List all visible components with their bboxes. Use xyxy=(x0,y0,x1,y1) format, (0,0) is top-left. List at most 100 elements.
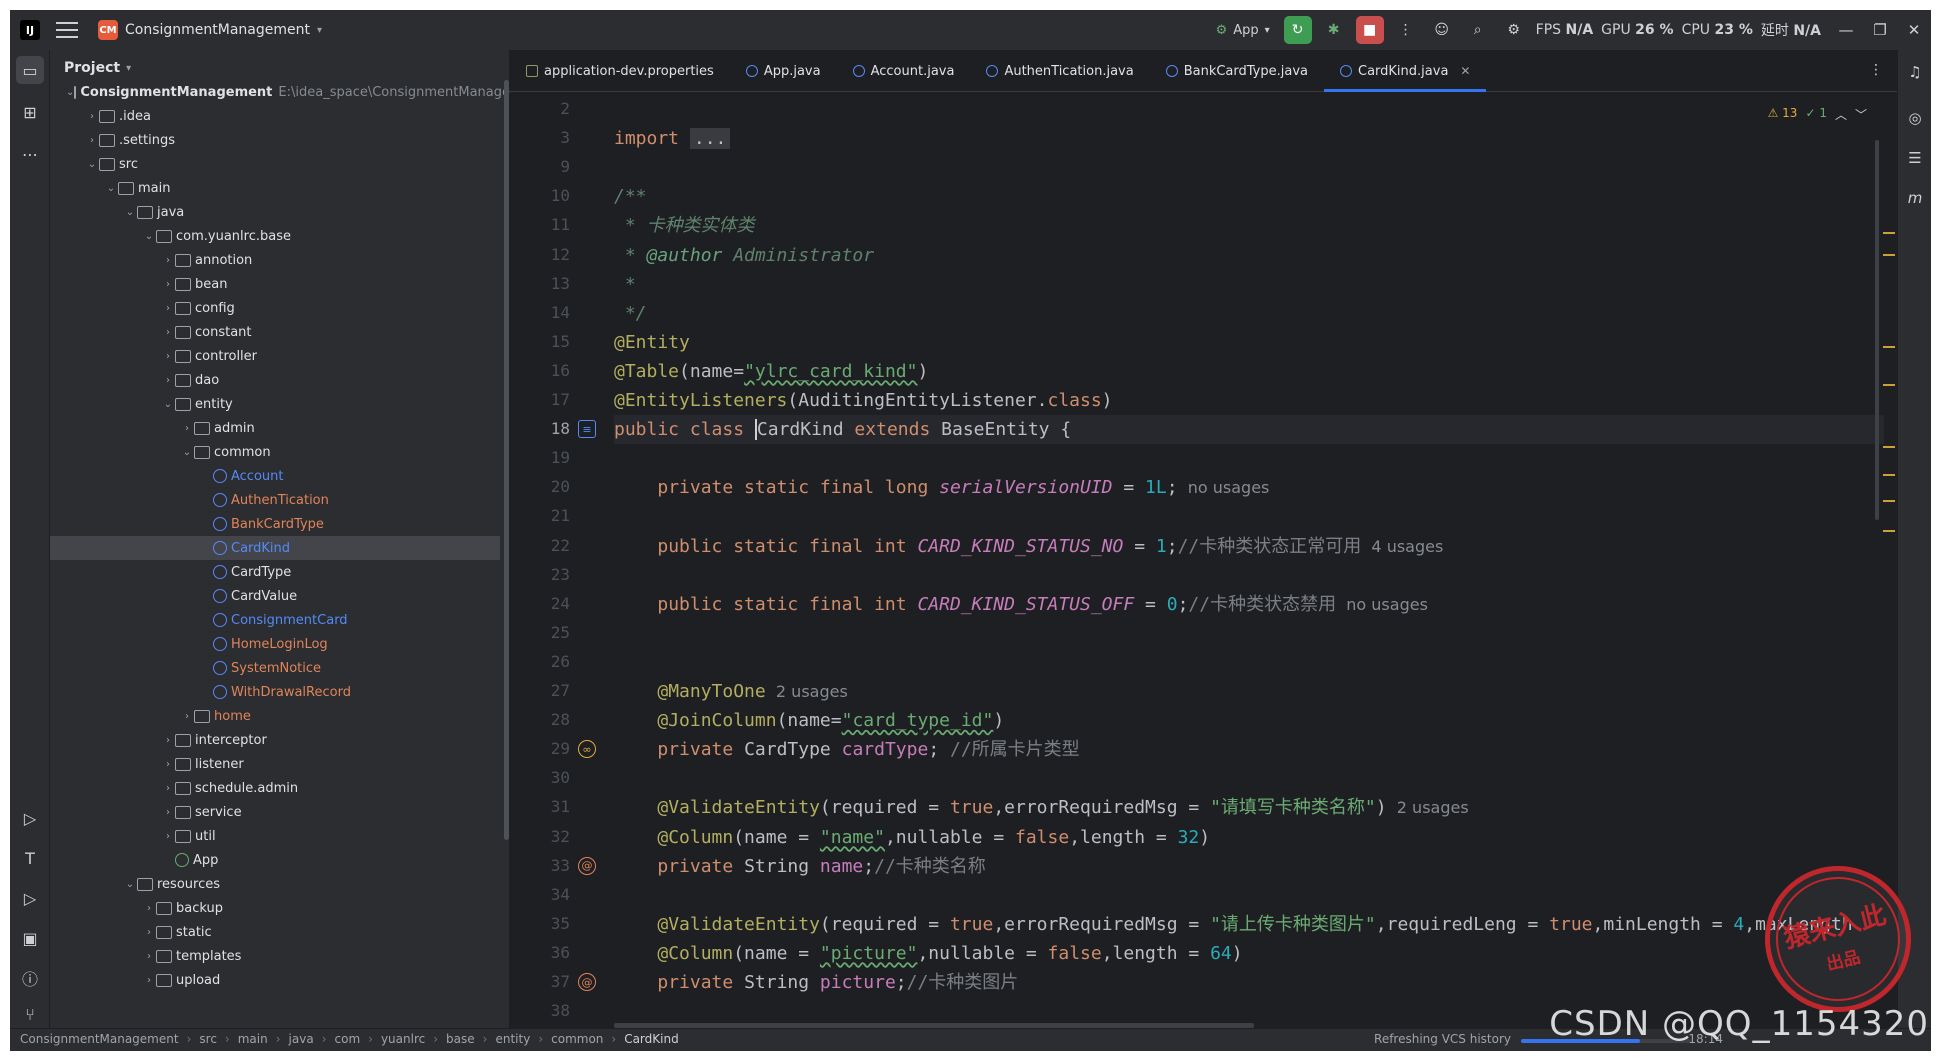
main-menu-icon[interactable] xyxy=(56,20,78,40)
notifications-bell-icon[interactable]: ♫ xyxy=(1903,60,1927,84)
intellij-logo-icon[interactable]: IJ xyxy=(20,20,40,40)
chevron-down-icon[interactable]: ⌄ xyxy=(123,879,137,890)
chevron-right-icon[interactable]: › xyxy=(142,975,156,986)
folded-imports[interactable]: ... xyxy=(689,128,731,150)
tree-item[interactable]: App xyxy=(50,848,500,872)
tree-item[interactable]: › backup xyxy=(50,896,500,920)
tree-item[interactable]: › util xyxy=(50,824,500,848)
tree-item[interactable]: › controller xyxy=(50,344,500,368)
build-hammer-icon[interactable]: T xyxy=(16,844,44,872)
breadcrumb-item[interactable]: yuanlrc xyxy=(381,1032,425,1046)
more-tools-icon[interactable]: ⋯ xyxy=(16,140,44,168)
breadcrumb-item[interactable]: src xyxy=(199,1032,217,1046)
tree-item[interactable]: SystemNotice xyxy=(50,656,500,680)
tree-item[interactable]: › .idea xyxy=(50,104,500,128)
stop-button[interactable]: ■ xyxy=(1355,16,1384,44)
breadcrumb-item[interactable]: ConsignmentManagement xyxy=(20,1032,179,1046)
breadcrumb-item[interactable]: entity xyxy=(495,1032,530,1046)
tree-item[interactable]: ⌄ main xyxy=(50,176,500,200)
breadcrumb-item[interactable]: com xyxy=(335,1032,361,1046)
chevron-down-icon[interactable]: ⌄ xyxy=(123,207,137,218)
error-stripe[interactable] xyxy=(1881,140,1897,970)
chevron-right-icon[interactable]: › xyxy=(161,735,175,746)
usage-hint[interactable]: 2 usages xyxy=(766,682,848,701)
chevron-right-icon[interactable]: › xyxy=(85,111,99,122)
chevron-down-icon[interactable]: ⌄ xyxy=(104,183,118,194)
tree-item[interactable]: › upload xyxy=(50,968,500,992)
tree-item[interactable]: › listener xyxy=(50,752,500,776)
close-tab-icon[interactable]: ✕ xyxy=(1460,64,1470,78)
terminal-icon[interactable]: ▣ xyxy=(16,924,44,952)
tree-item[interactable]: › schedule.admin xyxy=(50,776,500,800)
entity-gutter-icon[interactable]: ≡ xyxy=(578,420,596,439)
tree-item[interactable]: › admin xyxy=(50,416,500,440)
chevron-right-icon[interactable]: › xyxy=(161,279,175,290)
tree-item[interactable]: › service xyxy=(50,800,500,824)
tree-item[interactable]: ⌄ ConsignmentManagement E:\idea_space\Cons… xyxy=(50,80,544,104)
breadcrumb-item[interactable]: base xyxy=(446,1032,475,1046)
editor-tab[interactable]: application-dev.properties xyxy=(510,50,730,92)
background-task-label[interactable]: Refreshing VCS history xyxy=(1374,1032,1511,1046)
editor-tab[interactable]: BankCardType.java xyxy=(1150,50,1324,92)
chevron-down-icon[interactable]: ⌄ xyxy=(142,231,156,242)
usage-hint[interactable]: 2 usages xyxy=(1387,798,1469,817)
project-panel-header[interactable]: Project ▾ xyxy=(64,60,131,76)
tree-item[interactable]: CardType xyxy=(50,560,500,584)
usage-hint[interactable]: no usages xyxy=(1336,595,1428,614)
chevron-right-icon[interactable]: › xyxy=(161,783,175,794)
editor-tab[interactable]: App.java xyxy=(730,50,837,92)
account-icon[interactable]: ☺ xyxy=(1428,16,1456,44)
tree-item[interactable]: ⌄ entity xyxy=(50,392,500,416)
usage-hint[interactable]: no usages xyxy=(1178,478,1270,497)
chevron-down-icon[interactable]: ⌄ xyxy=(66,87,74,98)
chevron-right-icon[interactable]: › xyxy=(142,951,156,962)
search-icon[interactable]: ⌕ xyxy=(1464,16,1492,44)
breadcrumb-item[interactable]: CardKind xyxy=(624,1032,679,1046)
chevron-down-icon[interactable]: ⌄ xyxy=(85,159,99,170)
chevron-right-icon[interactable]: › xyxy=(180,423,194,434)
breadcrumb-item[interactable]: main xyxy=(238,1032,268,1046)
tree-item[interactable]: › bean xyxy=(50,272,500,296)
chevron-right-icon[interactable]: › xyxy=(161,255,175,266)
chevron-right-icon[interactable]: › xyxy=(161,303,175,314)
more-actions-icon[interactable]: ⋮ xyxy=(1392,16,1420,44)
tree-item[interactable]: ⌄ resources xyxy=(50,872,500,896)
autowired-gutter-icon[interactable]: @ xyxy=(578,973,596,991)
restore-icon[interactable]: ❐ xyxy=(1863,21,1897,39)
breadcrumb-item[interactable]: common xyxy=(551,1032,603,1046)
ai-assistant-icon[interactable]: ◎ xyxy=(1903,106,1927,130)
tab-more-icon[interactable]: ⋮ xyxy=(1869,62,1883,78)
tree-item[interactable]: › config xyxy=(50,296,500,320)
tree-item[interactable]: › templates xyxy=(50,944,500,968)
problems-icon[interactable]: ⓘ xyxy=(16,964,44,992)
settings-gear-icon[interactable]: ⚙ xyxy=(1500,16,1528,44)
editor-vertical-scrollbar[interactable] xyxy=(1875,140,1879,520)
tree-item[interactable]: BankCardType xyxy=(50,512,500,536)
editor-tab[interactable]: CardKind.java ✕ xyxy=(1324,50,1487,92)
chevron-right-icon[interactable]: › xyxy=(161,327,175,338)
tree-item[interactable]: › static xyxy=(50,920,500,944)
tree-item[interactable]: HomeLoginLog xyxy=(50,632,500,656)
tree-item[interactable]: ConsignmentCard xyxy=(50,608,500,632)
chevron-down-icon[interactable]: ⌄ xyxy=(180,447,194,458)
tree-item[interactable]: Account xyxy=(50,464,500,488)
code-editor[interactable]: import ... /** * 卡种类实体类 * @author Adminis… xyxy=(614,93,1884,1028)
tree-item[interactable]: CardKind xyxy=(50,536,500,560)
tree-item[interactable]: › home xyxy=(50,704,500,728)
chevron-right-icon[interactable]: › xyxy=(161,759,175,770)
tree-item[interactable]: ⌄ common xyxy=(50,440,500,464)
usage-hint[interactable]: 4 usages xyxy=(1361,537,1443,556)
editor-tab[interactable]: Account.java xyxy=(837,50,971,92)
tree-item[interactable]: › constant xyxy=(50,320,500,344)
tree-item[interactable]: ⌄ src xyxy=(50,152,500,176)
tree-item[interactable]: AuthenTication xyxy=(50,488,500,512)
tree-item[interactable]: › dao xyxy=(50,368,500,392)
database-icon[interactable]: ☰ xyxy=(1903,146,1927,170)
relation-gutter-icon[interactable]: ∞ xyxy=(578,740,596,759)
debug-icon[interactable]: ✱ xyxy=(1320,16,1348,44)
chevron-right-icon[interactable]: › xyxy=(161,807,175,818)
tree-item[interactable]: › annotion xyxy=(50,248,500,272)
structure-icon[interactable]: ⊞ xyxy=(16,98,44,126)
chevron-right-icon[interactable]: › xyxy=(180,711,194,722)
tree-item[interactable]: ⌄ java xyxy=(50,200,500,224)
